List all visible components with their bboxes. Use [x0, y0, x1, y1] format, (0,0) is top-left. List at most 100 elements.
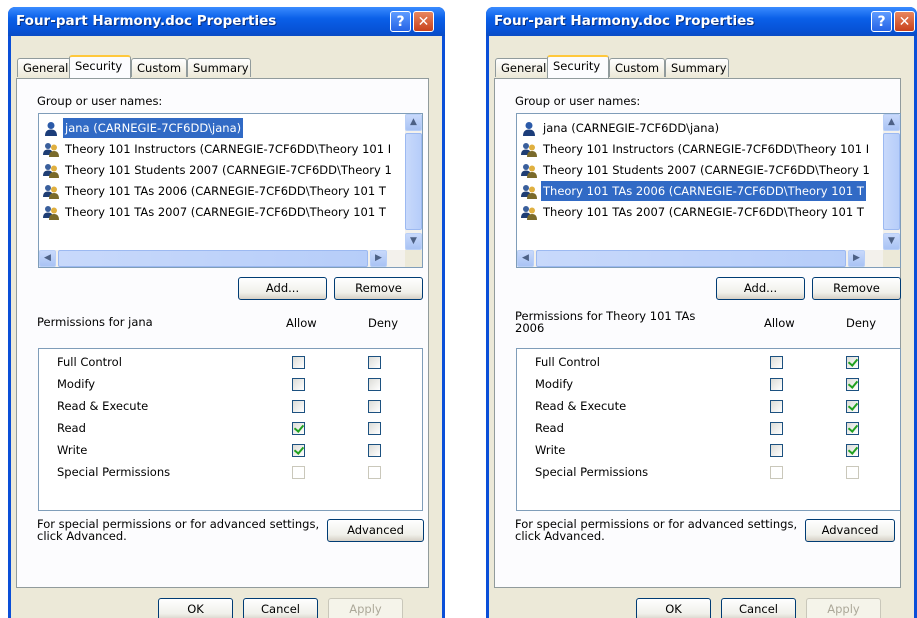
permission-name: Write	[535, 443, 566, 457]
user-list-item[interactable]: Theory 101 TAs 2006 (CARNEGIE-7CF6DD\The…	[521, 180, 867, 202]
deny-checkbox[interactable]	[368, 378, 381, 391]
user-name: jana (CARNEGIE-7CF6DD\jana)	[543, 121, 720, 135]
cancel-button[interactable]: Cancel	[243, 598, 318, 618]
deny-checkbox[interactable]	[368, 400, 381, 413]
ok-button[interactable]: OK	[636, 598, 711, 618]
user-name: Theory 101 TAs 2006 (CARNEGIE-7CF6DD\The…	[540, 180, 867, 202]
permission-row: Special Permissions	[517, 461, 900, 483]
permission-row: Full Control	[517, 351, 900, 373]
group-users-icon	[521, 205, 537, 220]
help-button[interactable]: ?	[390, 11, 411, 32]
user-list-item[interactable]: Theory 101 TAs 2007 (CARNEGIE-7CF6DD\The…	[521, 202, 866, 222]
scroll-down-button[interactable]: ▼	[883, 233, 900, 250]
scroll-up-button[interactable]: ▲	[405, 114, 422, 131]
group-users-icon	[521, 184, 537, 199]
permission-name: Full Control	[535, 355, 600, 369]
tab-custom[interactable]: Custom	[609, 58, 665, 77]
allow-checkbox[interactable]	[292, 400, 305, 413]
user-name: jana (CARNEGIE-7CF6DD\jana)	[61, 117, 245, 139]
ok-button[interactable]: OK	[158, 598, 233, 618]
scrollbar-corner	[883, 250, 900, 267]
horizontal-scroll-thumb[interactable]	[58, 250, 368, 267]
vertical-scroll-thumb[interactable]	[405, 133, 422, 230]
user-list-item[interactable]: Theory 101 Students 2007 (CARNEGIE-7CF6D…	[43, 160, 394, 180]
permissions-for-label: Permissions for Theory 101 TAs 2006	[515, 309, 696, 335]
user-list-item[interactable]: Theory 101 Instructors (CARNEGIE-7CF6DD\…	[521, 139, 871, 159]
allow-checkbox[interactable]	[770, 356, 783, 369]
help-button[interactable]: ?	[871, 11, 892, 32]
deny-checkbox[interactable]	[368, 444, 381, 457]
group-users-icon	[43, 163, 59, 178]
tab-security[interactable]: Security	[69, 55, 131, 78]
tab-general[interactable]: General	[17, 58, 71, 77]
permission-name: Special Permissions	[535, 465, 649, 479]
cancel-button[interactable]: Cancel	[721, 598, 796, 618]
allow-checkbox[interactable]	[292, 444, 305, 457]
tab-custom[interactable]: Custom	[131, 58, 187, 77]
scroll-up-button[interactable]: ▲	[883, 114, 900, 131]
allow-checkbox[interactable]	[770, 422, 783, 435]
advanced-button[interactable]: Advanced	[327, 519, 424, 542]
horizontal-scrollbar[interactable]: ◀ ▶	[39, 250, 406, 267]
tab-summary[interactable]: Summary	[665, 58, 729, 77]
tab-summary[interactable]: Summary	[187, 58, 251, 77]
horizontal-scrollbar[interactable]: ◀ ▶	[517, 250, 884, 267]
advanced-button[interactable]: Advanced	[805, 519, 895, 542]
scroll-right-button[interactable]: ▶	[370, 250, 387, 267]
close-button[interactable]: ✕	[413, 11, 434, 32]
dialog-body: General Security Custom Summary Group or…	[11, 36, 442, 618]
permissions-list: Full Control Modify Read & Execute Read Writ…	[38, 348, 423, 511]
deny-checkbox[interactable]	[846, 378, 859, 391]
deny-checkbox[interactable]	[846, 400, 859, 413]
vertical-scrollbar[interactable]: ▲ ▼	[405, 114, 422, 250]
deny-checkbox[interactable]	[368, 422, 381, 435]
close-button[interactable]: ✕	[894, 11, 915, 32]
title-bar[interactable]: Four-part Harmony.doc Properties ? ✕	[8, 7, 445, 36]
allow-checkbox[interactable]	[292, 356, 305, 369]
permission-row: Read & Execute	[517, 395, 900, 417]
user-list-item[interactable]: jana (CARNEGIE-7CF6DD\jana)	[521, 118, 721, 138]
user-list-item[interactable]: Theory 101 Students 2007 (CARNEGIE-7CF6D…	[521, 160, 872, 180]
user-list-item[interactable]: Theory 101 TAs 2007 (CARNEGIE-7CF6DD\The…	[43, 202, 388, 222]
allow-checkbox[interactable]	[292, 422, 305, 435]
group-or-user-names-label: Group or user names:	[515, 94, 641, 108]
window-title: Four-part Harmony.doc Properties	[494, 13, 755, 29]
allow-checkbox	[770, 466, 783, 479]
scroll-down-button[interactable]: ▼	[405, 233, 422, 250]
deny-checkbox[interactable]	[846, 356, 859, 369]
allow-checkbox[interactable]	[292, 378, 305, 391]
user-list-item[interactable]: Theory 101 TAs 2006 (CARNEGIE-7CF6DD\The…	[43, 181, 388, 201]
permission-row: Write	[39, 439, 422, 461]
allow-checkbox[interactable]	[770, 400, 783, 413]
add-button[interactable]: Add...	[238, 277, 327, 300]
permission-row: Read	[39, 417, 422, 439]
group-or-user-names-label: Group or user names:	[37, 94, 163, 108]
scroll-left-button[interactable]: ◀	[39, 250, 56, 267]
tab-security[interactable]: Security	[547, 55, 609, 78]
vertical-scrollbar[interactable]: ▲ ▼	[883, 114, 900, 250]
add-button[interactable]: Add...	[716, 277, 805, 300]
deny-checkbox[interactable]	[846, 422, 859, 435]
allow-column-label: Allow	[286, 316, 317, 330]
deny-checkbox[interactable]	[368, 356, 381, 369]
remove-button[interactable]: Remove	[334, 277, 423, 300]
user-list[interactable]: jana (CARNEGIE-7CF6DD\jana) Theory 101 In…	[38, 113, 423, 268]
scroll-right-button[interactable]: ▶	[848, 250, 865, 267]
permissions-list: Full Control Modify Read & Execute Read Writ…	[516, 348, 901, 511]
deny-checkbox[interactable]	[846, 444, 859, 457]
permission-row: Modify	[39, 373, 422, 395]
user-list-item[interactable]: Theory 101 Instructors (CARNEGIE-7CF6DD\…	[43, 139, 393, 159]
horizontal-scroll-thumb[interactable]	[536, 250, 846, 267]
user-name: Theory 101 TAs 2007 (CARNEGIE-7CF6DD\The…	[65, 205, 386, 219]
scroll-left-button[interactable]: ◀	[517, 250, 534, 267]
tab-general[interactable]: General	[495, 58, 549, 77]
remove-button[interactable]: Remove	[812, 277, 901, 300]
vertical-scroll-thumb[interactable]	[883, 133, 900, 230]
title-bar[interactable]: Four-part Harmony.doc Properties ? ✕	[486, 7, 917, 36]
user-list[interactable]: jana (CARNEGIE-7CF6DD\jana) Theory 101 In…	[516, 113, 901, 268]
allow-checkbox[interactable]	[770, 444, 783, 457]
allow-checkbox[interactable]	[770, 378, 783, 391]
user-list-item[interactable]: jana (CARNEGIE-7CF6DD\jana)	[43, 117, 245, 139]
apply-button[interactable]: Apply	[328, 598, 403, 618]
apply-button[interactable]: Apply	[806, 598, 881, 618]
